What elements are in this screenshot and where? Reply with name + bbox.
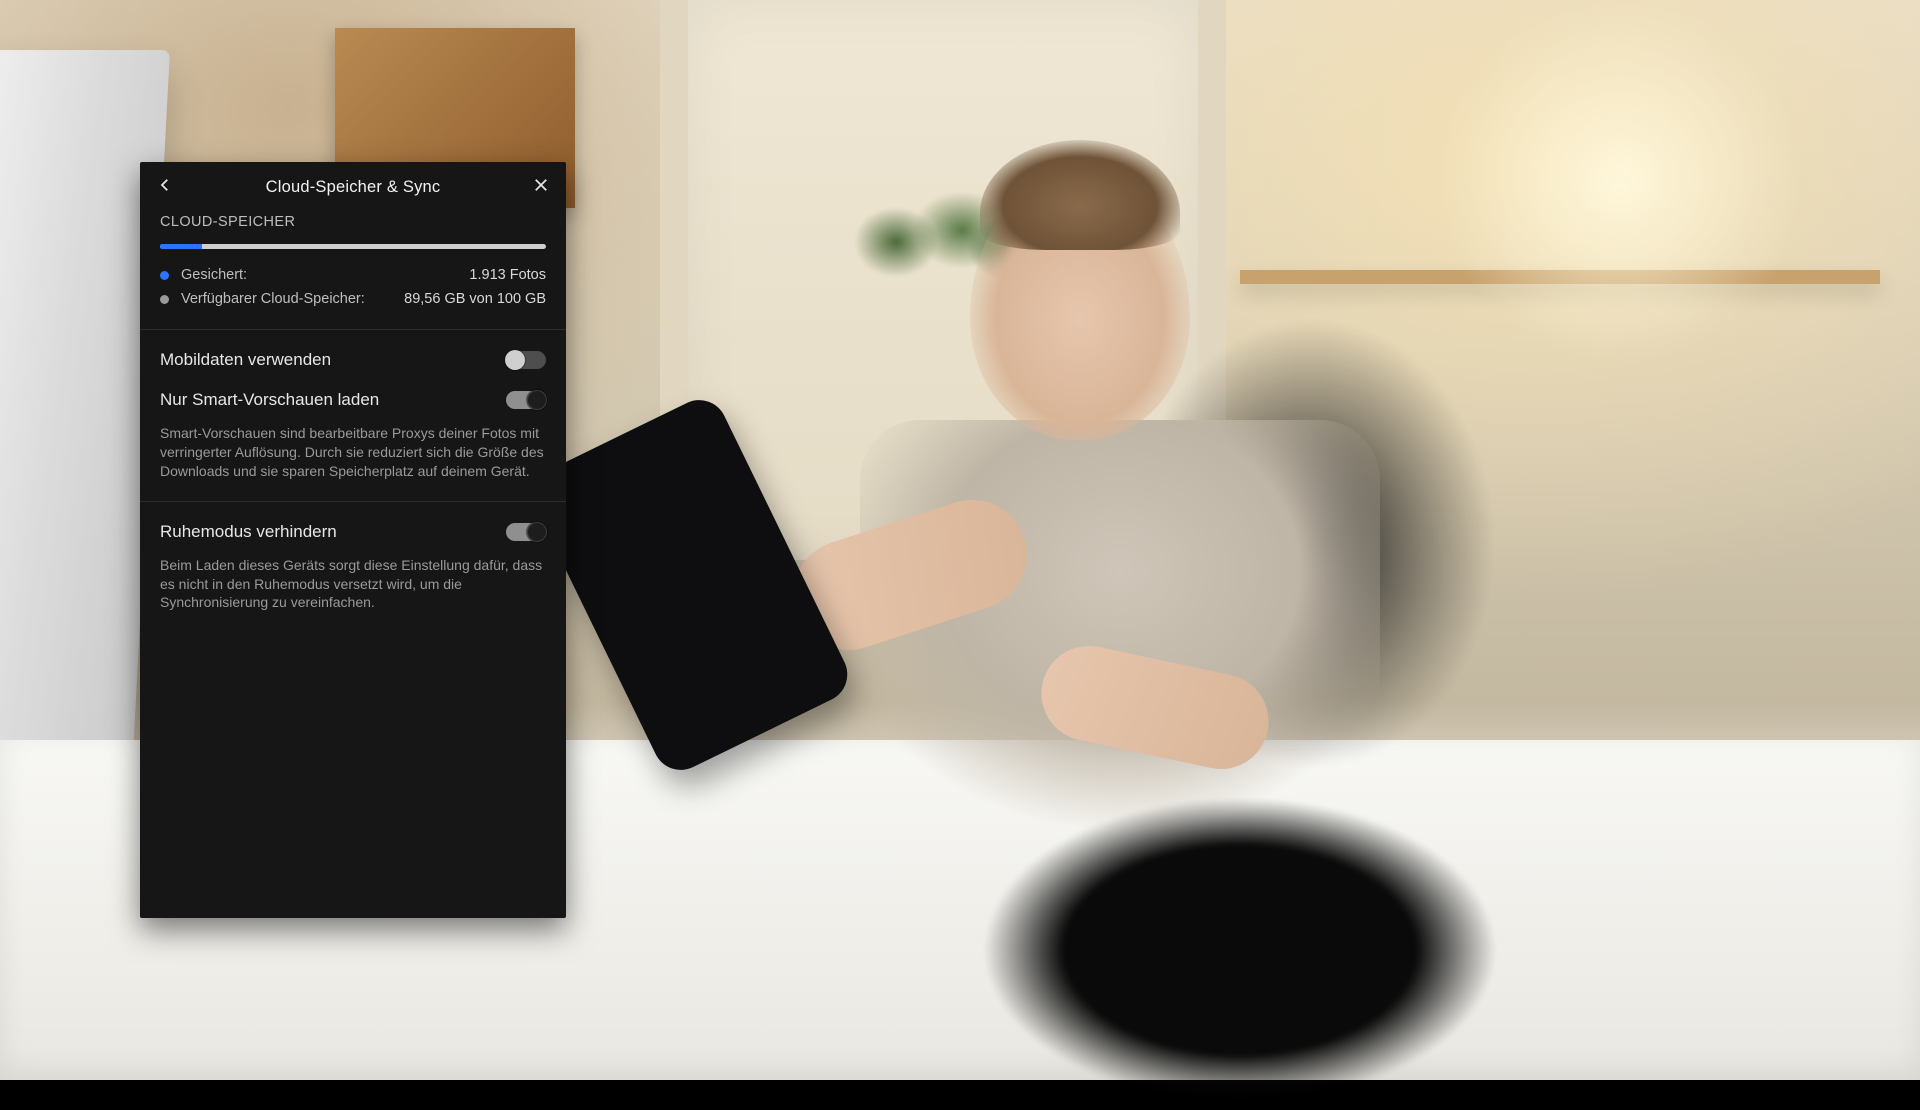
setting-title: Mobildaten verwenden [160, 350, 331, 370]
setting-mobile-data: Mobildaten verwenden [140, 330, 566, 370]
dot-icon [160, 271, 169, 280]
setting-description: Beim Laden dieses Geräts sorgt diese Ein… [160, 556, 546, 613]
bg-camera [930, 790, 1550, 1110]
stat-value: 89,56 GB von 100 GB [404, 291, 546, 307]
storage-bar [160, 244, 546, 249]
toggle-smart-previews[interactable] [506, 391, 546, 409]
setting-prevent-sleep: Ruhemodus verhindern Beim Laden dieses G… [140, 502, 566, 613]
cloud-sync-panel: Cloud-Speicher & Sync CLOUD-SPEICHER Ges… [140, 162, 566, 918]
close-button[interactable] [516, 162, 566, 212]
stat-label: Gesichert: [181, 267, 247, 283]
storage-bar-fill [160, 244, 202, 249]
back-button[interactable] [140, 162, 190, 212]
chevron-left-icon [156, 176, 174, 198]
stat-label: Verfügbarer Cloud-Speicher: [181, 291, 365, 307]
panel-header: Cloud-Speicher & Sync [140, 162, 566, 212]
storage-block: Gesichert: 1.913 Fotos Verfügbarer Cloud… [140, 244, 566, 307]
setting-title: Ruhemodus verhindern [160, 522, 337, 542]
stat-row-available: Verfügbarer Cloud-Speicher: 89,56 GB von… [160, 291, 546, 307]
setting-smart-previews: Nur Smart-Vorschauen laden Smart-Vorscha… [140, 370, 566, 481]
stat-row-backed-up: Gesichert: 1.913 Fotos [160, 267, 546, 283]
panel-title: Cloud-Speicher & Sync [266, 178, 441, 197]
section-label-cloud-storage: CLOUD-SPEICHER [140, 214, 566, 230]
dot-icon [160, 295, 169, 304]
toggle-prevent-sleep[interactable] [506, 523, 546, 541]
close-icon [532, 176, 550, 198]
bg-person [770, 140, 1430, 900]
toggle-mobile-data[interactable] [506, 351, 546, 369]
stat-value: 1.913 Fotos [469, 267, 546, 283]
setting-description: Smart-Vorschauen sind bearbeitbare Proxy… [160, 424, 546, 481]
setting-title: Nur Smart-Vorschauen laden [160, 390, 379, 410]
